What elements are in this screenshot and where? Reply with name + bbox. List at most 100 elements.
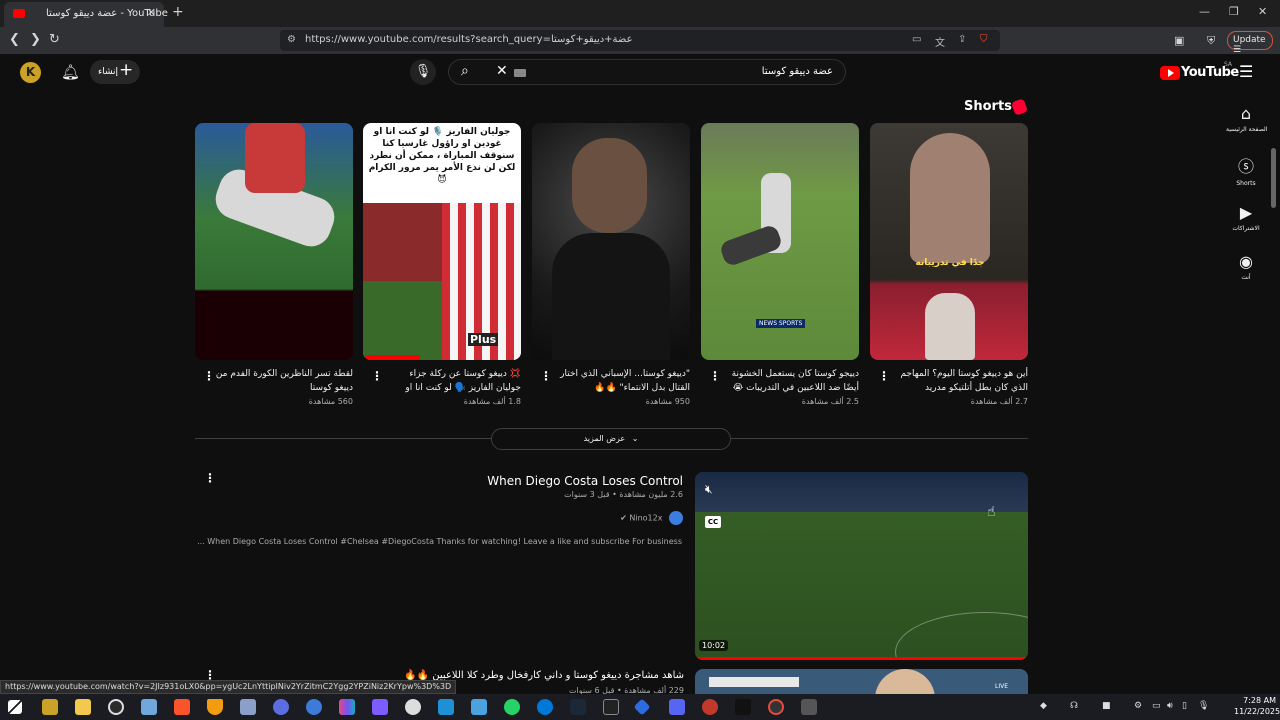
system-clock[interactable]: 7:28 AM 11/22/2025: [1234, 695, 1280, 717]
close-tab-icon[interactable]: ✕: [147, 6, 156, 19]
short-card[interactable]: "دييغو كوستا... الإسباني الذي اختار القت…: [532, 123, 690, 406]
short-title[interactable]: 💢 دييغو كوستا عن ركلة جزاء جوليان الفاري…: [383, 367, 521, 395]
more-options-icon[interactable]: ⋮: [203, 369, 215, 383]
short-card[interactable]: جدًا في تدريباته أين هو دييغو كوستا اليو…: [870, 123, 1028, 406]
photo-panel: [363, 203, 442, 281]
taskbar-app-icon[interactable]: [240, 699, 256, 715]
volume-icon[interactable]: 🔊︎: [1167, 701, 1173, 711]
more-options-icon[interactable]: ⋮: [709, 369, 721, 383]
scrollbar[interactable]: [1271, 148, 1276, 208]
video-title[interactable]: When Diego Costa Loses Control: [487, 474, 683, 488]
new-tab-icon[interactable]: +: [172, 4, 184, 20]
channel-row[interactable]: ✔ Nino12x: [620, 511, 683, 525]
update-button[interactable]: Update ☰: [1227, 31, 1273, 55]
short-title[interactable]: لقطة تسر الناظرين الكورة الفدم من دييغو …: [215, 367, 353, 395]
share-icon[interactable]: ⇪: [958, 34, 966, 45]
close-window-icon[interactable]: ✕: [1258, 5, 1267, 18]
tray-icon[interactable]: ■: [1102, 701, 1111, 711]
reload-icon[interactable]: ↻: [49, 32, 60, 47]
sidebar-item-subscriptions[interactable]: ▶ الاشتراكات: [1226, 203, 1266, 232]
short-card[interactable]: لقطة تسر الناظرين الكورة الفدم من دييغو …: [195, 123, 353, 406]
search-input[interactable]: ⌕ ✕ عضة دييقو كوستا: [448, 59, 846, 85]
avatar[interactable]: K: [20, 62, 41, 83]
short-thumbnail[interactable]: [195, 123, 353, 360]
short-title[interactable]: "دييغو كوستا... الإسباني الذي اختار القت…: [552, 367, 690, 395]
video-thumbnail[interactable]: 🔇︎ CC 10:02: [695, 472, 1028, 660]
channel-avatar[interactable]: [669, 511, 683, 525]
stadium-stand: [695, 472, 1028, 512]
whatsapp-icon[interactable]: [504, 699, 520, 715]
clear-search-icon[interactable]: ✕: [496, 63, 508, 79]
taskbar-app-icon[interactable]: [108, 699, 124, 715]
more-options-icon[interactable]: ⋮: [371, 369, 383, 383]
address-bar[interactable]: ⚙ https://www.youtube.com/results?search…: [280, 30, 1000, 51]
player-figure: [245, 123, 305, 193]
microphone-icon[interactable]: 🎙︎: [1198, 701, 1209, 711]
headset-icon[interactable]: ☊: [1070, 701, 1078, 711]
menu-hamburger-icon[interactable]: ☰: [1239, 62, 1253, 81]
home-icon: ⌂: [1240, 104, 1252, 123]
tray-icon[interactable]: ◆: [1040, 701, 1047, 711]
taskbar-app-icon[interactable]: [273, 699, 289, 715]
battery-icon[interactable]: ▯: [1182, 701, 1187, 711]
more-options-icon[interactable]: ⋮: [540, 369, 552, 383]
wallet-icon[interactable]: ▣: [1174, 34, 1184, 47]
taskbar-app-icon[interactable]: [141, 699, 157, 715]
voice-search-icon[interactable]: 🎙︎: [410, 59, 436, 85]
network-icon[interactable]: ▭: [1152, 701, 1161, 711]
taskbar-app-icon[interactable]: [633, 698, 651, 716]
steam-icon[interactable]: [570, 699, 586, 715]
edge-icon[interactable]: [537, 699, 553, 715]
brave-shield-icon[interactable]: ⛉: [980, 34, 988, 45]
short-title[interactable]: دييجو كوستا كان يستعمل الخشونة أيضًا ضد …: [721, 367, 859, 395]
more-options-icon[interactable]: ⋮: [204, 471, 216, 485]
short-thumbnail[interactable]: جوليان الفاريز 🎙️ لو كنت انا او غودين او…: [363, 123, 521, 360]
minimize-icon[interactable]: —: [1199, 5, 1210, 18]
file-explorer-icon[interactable]: [75, 699, 91, 715]
taskbar-app-icon[interactable]: [372, 699, 388, 715]
channel-name[interactable]: Nino12x: [629, 514, 662, 523]
vpn-icon[interactable]: ⛨: [1207, 34, 1215, 48]
epic-games-icon[interactable]: [603, 699, 619, 715]
back-icon[interactable]: ❮: [9, 32, 20, 47]
brave-browser-icon[interactable]: [174, 699, 190, 715]
taskbar-app-icon[interactable]: [801, 699, 817, 715]
more-options-icon[interactable]: ⋮: [878, 369, 890, 383]
notifications-bell-icon[interactable]: 🔔︎: [61, 63, 80, 81]
youtube-header: K 🔔︎ إنشاء + 🎙︎ ⌕ ✕ عضة دييقو كوستا YouT…: [0, 54, 1280, 90]
site-info-icon[interactable]: ⚙: [287, 34, 296, 45]
cast-icon[interactable]: ▭: [912, 34, 921, 45]
forward-icon[interactable]: ❯: [30, 32, 41, 47]
taskbar-app-icon[interactable]: [339, 699, 355, 715]
show-more-button[interactable]: عرض المزيد ⌄: [491, 428, 731, 450]
tray-icon[interactable]: ⚙: [1134, 701, 1142, 711]
short-card[interactable]: جوليان الفاريز 🎙️ لو كنت انا او غودين او…: [363, 123, 521, 406]
sidebar-item-home[interactable]: ⌂ الصفحة الرئيسية: [1226, 104, 1267, 133]
taskbar-app-icon[interactable]: [471, 699, 487, 715]
vlc-icon[interactable]: [207, 699, 223, 715]
taskbar-app-icon[interactable]: [42, 699, 58, 715]
keyboard-icon[interactable]: [514, 69, 526, 77]
browser-tab[interactable]: عضة دييقو كوستا - YouTube ✕: [4, 2, 168, 27]
translate-icon[interactable]: 文: [935, 34, 945, 49]
taskbar-app-icon[interactable]: [768, 699, 784, 715]
sidebar-item-shorts[interactable]: ⓢ Shorts: [1226, 153, 1266, 187]
short-thumbnail[interactable]: [532, 123, 690, 360]
start-icon[interactable]: [8, 700, 22, 714]
create-button[interactable]: إنشاء +: [90, 60, 140, 84]
taskbar-app-icon[interactable]: [438, 699, 454, 715]
captions-icon[interactable]: CC: [705, 516, 721, 528]
restore-icon[interactable]: ❐: [1229, 5, 1239, 18]
short-card[interactable]: NEWS SPORTS دييجو كوستا كان يستعمل الخشو…: [701, 123, 859, 406]
taskbar-app-icon[interactable]: [702, 699, 718, 715]
mute-icon[interactable]: 🔇︎: [705, 482, 723, 498]
short-thumbnail[interactable]: جدًا في تدريباته: [870, 123, 1028, 360]
short-title[interactable]: أين هو دييغو كوستا اليوم؟ المهاجم الذي ك…: [890, 367, 1028, 395]
taskbar-app-icon[interactable]: [306, 699, 322, 715]
taskbar-app-icon[interactable]: [669, 699, 685, 715]
short-thumbnail[interactable]: NEWS SPORTS: [701, 123, 859, 360]
sidebar-item-you[interactable]: ◉ أنت: [1226, 252, 1266, 281]
taskbar-app-icon[interactable]: [735, 699, 751, 715]
search-icon[interactable]: ⌕: [461, 63, 469, 79]
settings-gear-icon[interactable]: [405, 699, 421, 715]
